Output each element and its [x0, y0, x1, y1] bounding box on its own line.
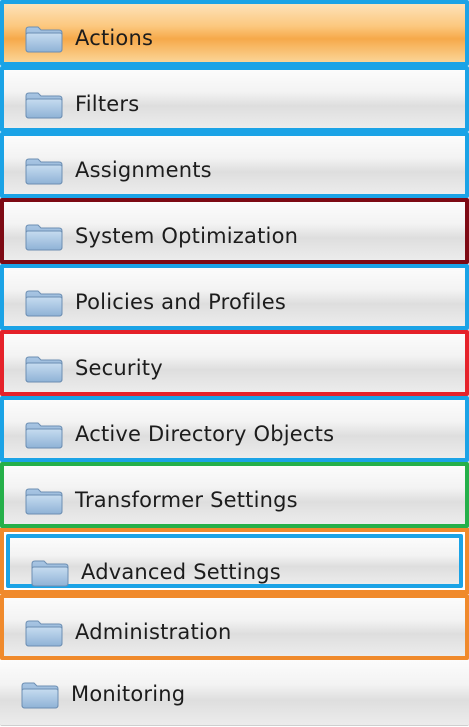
folder-icon [24, 487, 64, 515]
nav-item-monitoring[interactable]: Monitoring [0, 660, 469, 726]
nav-item-label: Monitoring [71, 682, 186, 706]
folder-icon [30, 559, 70, 587]
transformer-settings-button[interactable]: Transformer Settings [0, 462, 469, 528]
actions-button[interactable]: Actions [0, 0, 469, 66]
advanced-settings-button[interactable]: Advanced Settings [6, 534, 463, 588]
filters-button[interactable]: Filters [0, 66, 469, 132]
nav-item-label: Assignments [75, 158, 212, 182]
folder-icon [24, 25, 64, 53]
nav-item-label: Actions [75, 26, 154, 50]
nav-item-label: Filters [75, 92, 140, 116]
assignments-button[interactable]: Assignments [0, 132, 469, 198]
folder-icon [24, 421, 64, 449]
nav-item-assignments[interactable]: Assignments [0, 132, 469, 198]
nav-item-administration[interactable]: Administration [0, 594, 469, 660]
security-button[interactable]: Security [0, 330, 469, 396]
folder-icon [24, 223, 64, 251]
policies-and-profiles-button[interactable]: Policies and Profiles [0, 264, 469, 330]
nav-item-label: Policies and Profiles [75, 290, 286, 314]
monitoring-button[interactable]: Monitoring [0, 660, 469, 726]
nav-item-label: Administration [75, 620, 232, 644]
folder-icon [24, 289, 64, 317]
nav-item-label: Security [75, 356, 163, 380]
nav-item-system-optimization[interactable]: System Optimization [0, 198, 469, 264]
nav-item-label: Advanced Settings [81, 560, 281, 584]
nav-item-label: Active Directory Objects [75, 422, 335, 446]
sidebar-navigation: Actions Filters Assignments System Optim… [0, 0, 469, 727]
nav-item-advanced-settings[interactable]: Advanced Settings [0, 528, 469, 594]
nav-item-filters[interactable]: Filters [0, 66, 469, 132]
nav-item-label: System Optimization [75, 224, 299, 248]
nav-item-policies-and-profiles[interactable]: Policies and Profiles [0, 264, 469, 330]
nav-item-actions[interactable]: Actions [0, 0, 469, 66]
nav-item-security[interactable]: Security [0, 330, 469, 396]
folder-icon [24, 619, 64, 647]
folder-icon [24, 157, 64, 185]
folder-icon [20, 681, 60, 709]
system-optimization-button[interactable]: System Optimization [0, 198, 469, 264]
nav-item-transformer-settings[interactable]: Transformer Settings [0, 462, 469, 528]
administration-button[interactable]: Administration [0, 594, 469, 660]
folder-icon [24, 355, 64, 383]
folder-icon [24, 91, 64, 119]
active-directory-objects-button[interactable]: Active Directory Objects [0, 396, 469, 462]
nav-item-active-directory-objects[interactable]: Active Directory Objects [0, 396, 469, 462]
nav-item-label: Transformer Settings [75, 488, 298, 512]
